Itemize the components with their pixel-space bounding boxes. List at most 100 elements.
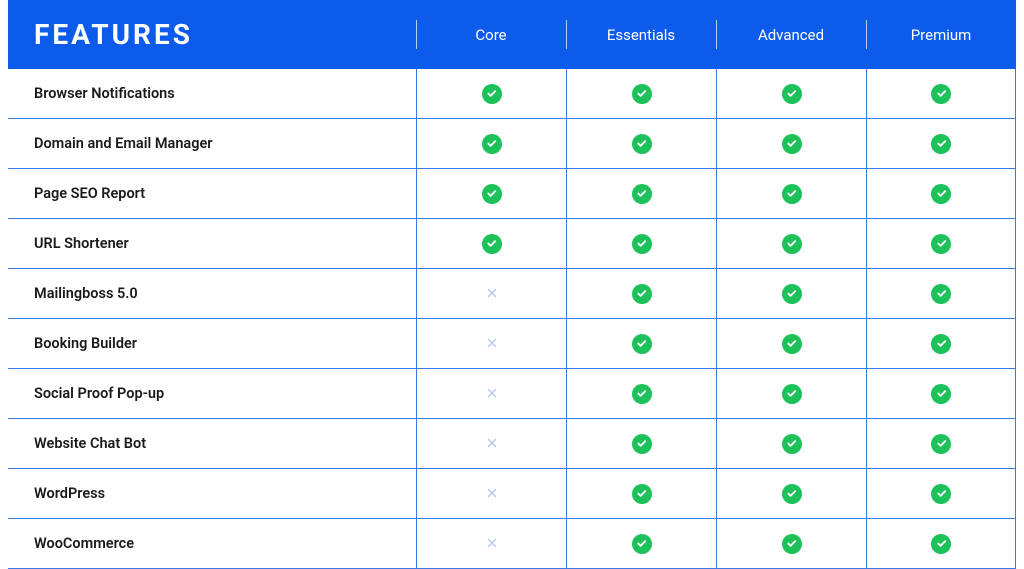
feature-value — [716, 169, 866, 219]
feature-value — [866, 219, 1016, 269]
feature-value — [566, 219, 716, 269]
check-icon — [782, 134, 802, 154]
check-icon — [782, 384, 802, 404]
feature-value — [416, 269, 566, 319]
feature-name: Social Proof Pop-up — [8, 369, 416, 419]
plan-header-essentials: Essentials — [566, 0, 716, 69]
feature-value — [866, 119, 1016, 169]
table-row: Social Proof Pop-up — [8, 369, 1016, 419]
check-icon — [931, 434, 951, 454]
table-row: Website Chat Bot — [8, 419, 1016, 469]
feature-value — [866, 319, 1016, 369]
table-row: URL Shortener — [8, 219, 1016, 269]
feature-name: URL Shortener — [8, 219, 416, 269]
cross-icon — [483, 384, 501, 402]
feature-value — [716, 269, 866, 319]
plan-header-core: Core — [416, 0, 566, 69]
feature-name: Mailingboss 5.0 — [8, 269, 416, 319]
features-comparison-table: FEATURES Core Essentials Advanced Premiu… — [8, 0, 1016, 569]
plan-header-premium: Premium — [866, 0, 1016, 69]
check-icon — [931, 84, 951, 104]
feature-value — [566, 169, 716, 219]
feature-value — [566, 519, 716, 569]
plan-header-advanced: Advanced — [716, 0, 866, 69]
feature-value — [716, 119, 866, 169]
feature-value — [866, 269, 1016, 319]
feature-value — [866, 519, 1016, 569]
feature-value — [416, 69, 566, 119]
cross-icon — [483, 284, 501, 302]
check-icon — [782, 234, 802, 254]
feature-name: WooCommerce — [8, 519, 416, 569]
feature-value — [716, 219, 866, 269]
features-tbody: Browser NotificationsDomain and Email Ma… — [8, 69, 1016, 569]
check-icon — [632, 384, 652, 404]
check-icon — [482, 184, 502, 204]
table-row: WordPress — [8, 469, 1016, 519]
check-icon — [632, 134, 652, 154]
check-icon — [632, 334, 652, 354]
check-icon — [931, 534, 951, 554]
feature-value — [866, 169, 1016, 219]
check-icon — [632, 484, 652, 504]
feature-name: WordPress — [8, 469, 416, 519]
table-row: Mailingboss 5.0 — [8, 269, 1016, 319]
feature-value — [416, 519, 566, 569]
feature-value — [716, 419, 866, 469]
feature-value — [866, 69, 1016, 119]
feature-value — [416, 219, 566, 269]
table-header-row: FEATURES Core Essentials Advanced Premiu… — [8, 0, 1016, 69]
check-icon — [931, 384, 951, 404]
check-icon — [632, 534, 652, 554]
table-row: Domain and Email Manager — [8, 119, 1016, 169]
check-icon — [632, 84, 652, 104]
feature-value — [566, 369, 716, 419]
check-icon — [482, 134, 502, 154]
feature-value — [416, 319, 566, 369]
feature-value — [566, 269, 716, 319]
feature-value — [416, 419, 566, 469]
feature-value — [416, 469, 566, 519]
cross-icon — [483, 484, 501, 502]
check-icon — [931, 134, 951, 154]
feature-name: Browser Notifications — [8, 69, 416, 119]
feature-value — [566, 419, 716, 469]
feature-value — [416, 369, 566, 419]
check-icon — [482, 84, 502, 104]
feature-name: Page SEO Report — [8, 169, 416, 219]
feature-value — [716, 519, 866, 569]
feature-value — [716, 369, 866, 419]
cross-icon — [483, 434, 501, 452]
feature-value — [566, 119, 716, 169]
check-icon — [632, 434, 652, 454]
cross-icon — [483, 334, 501, 352]
feature-value — [566, 69, 716, 119]
cross-icon — [483, 534, 501, 552]
feature-name: Website Chat Bot — [8, 419, 416, 469]
check-icon — [782, 334, 802, 354]
check-icon — [782, 534, 802, 554]
feature-value — [866, 469, 1016, 519]
feature-value — [566, 469, 716, 519]
feature-value — [866, 369, 1016, 419]
check-icon — [632, 284, 652, 304]
check-icon — [782, 484, 802, 504]
feature-value — [716, 319, 866, 369]
table-row: WooCommerce — [8, 519, 1016, 569]
feature-value — [716, 469, 866, 519]
feature-name: Booking Builder — [8, 319, 416, 369]
table-row: Page SEO Report — [8, 169, 1016, 219]
check-icon — [931, 184, 951, 204]
check-icon — [931, 234, 951, 254]
check-icon — [782, 184, 802, 204]
check-icon — [931, 334, 951, 354]
check-icon — [482, 234, 502, 254]
feature-value — [416, 169, 566, 219]
table-row: Booking Builder — [8, 319, 1016, 369]
features-title: FEATURES — [8, 0, 416, 69]
check-icon — [782, 84, 802, 104]
check-icon — [931, 484, 951, 504]
check-icon — [782, 434, 802, 454]
feature-name: Domain and Email Manager — [8, 119, 416, 169]
check-icon — [632, 184, 652, 204]
